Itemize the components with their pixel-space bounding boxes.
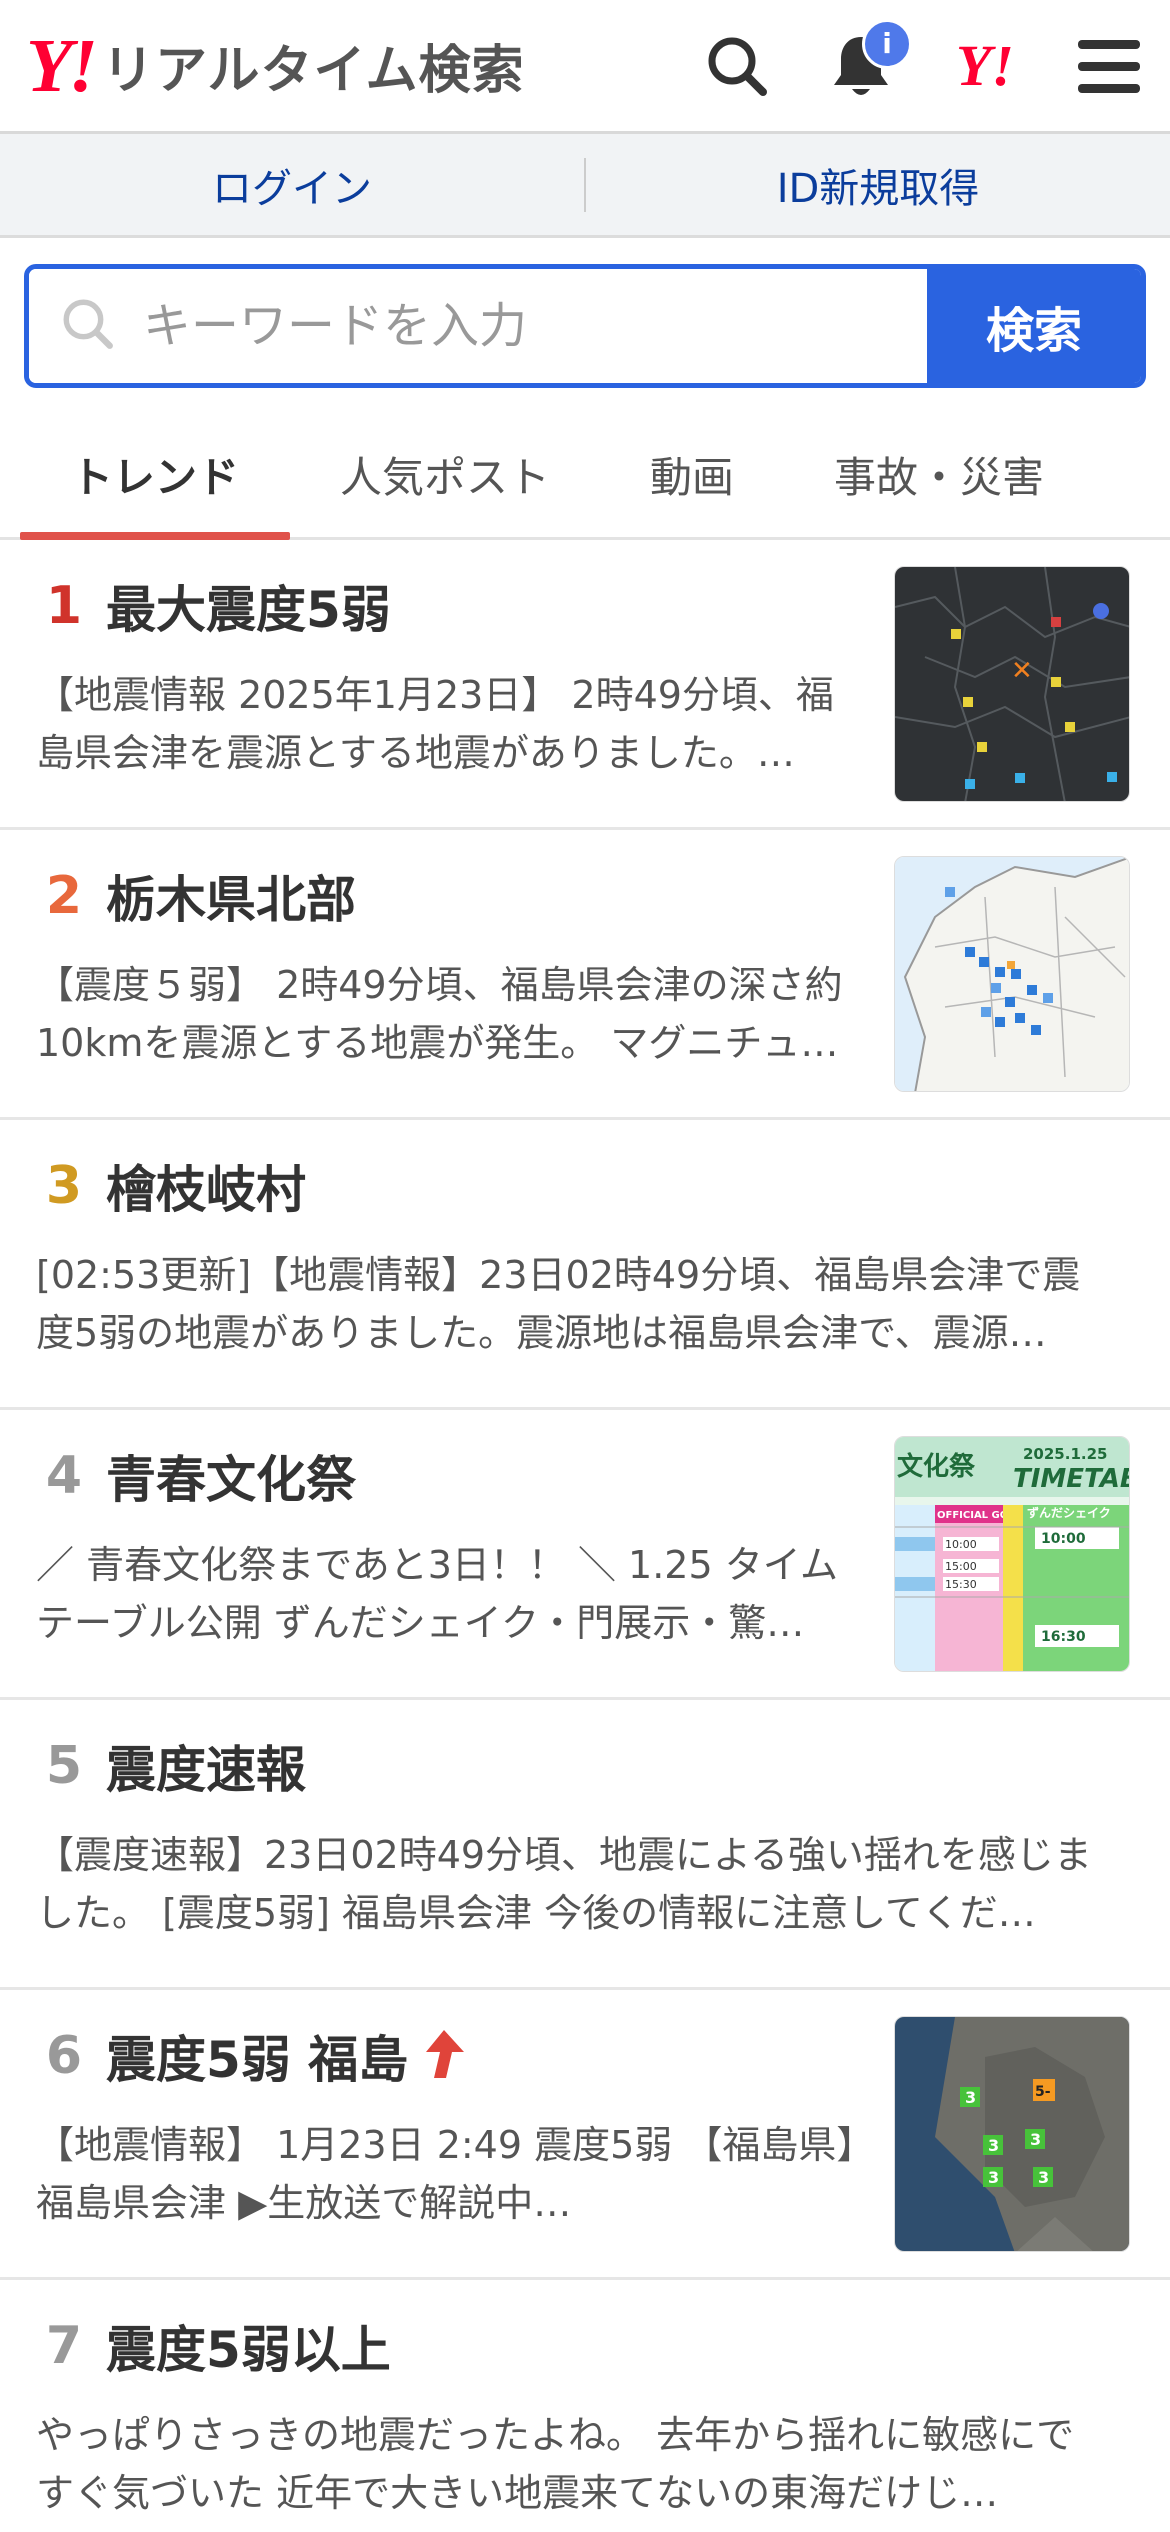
festival-time: 16:30 (1041, 1629, 1086, 1645)
map-intensity-label: 3 (965, 2088, 976, 2107)
category-tabs: トレンド 人気ポスト 動画 事故・災害 (0, 412, 1170, 540)
search-field-icon (59, 295, 117, 357)
trend-description: 【震度５弱】 2時49分頃、福島県会津の深さ約10kmを震源とする地震が発生。 … (36, 963, 843, 1065)
trend-title: 檜枝岐村 (106, 1161, 306, 1219)
trend-rank: 6 (45, 2026, 83, 2086)
trend-title: 震度5弱以上 (106, 2321, 391, 2379)
search-field (29, 269, 927, 383)
header-actions: i Y! (702, 18, 1144, 101)
tab-videos[interactable]: 動画 (600, 412, 784, 537)
trend-item-text: 7 震度5弱以上 やっぱりさっきの地震だったよね。 去年から揺れに敏感にですぐ気… (36, 2306, 1130, 2532)
trend-item[interactable]: 1 最大震度5弱 【地震情報 2025年1月23日】 2時49分頃、福島県会津を… (0, 540, 1170, 830)
quake-map-dark-thumbnail: ✕ (894, 566, 1130, 802)
trend-title: 栃木県北部 (106, 871, 356, 929)
logo-text: リアルタイム検索 (102, 41, 525, 101)
app-header: Y! リアルタイム検索 i Y! (0, 0, 1170, 134)
signup-link[interactable]: ID新規取得 (586, 156, 1170, 214)
trend-item[interactable]: 7 震度5弱以上 やっぱりさっきの地震だったよね。 去年から揺れに敏感にですぐ気… (0, 2280, 1170, 2532)
trend-title: 震度速報 (106, 1741, 306, 1799)
festival-date-text: 2025.1.25 (1023, 1445, 1107, 1463)
search-icon[interactable] (702, 31, 772, 101)
hamburger-menu-icon[interactable] (1074, 31, 1144, 101)
festival-time: 15:00 (945, 1560, 977, 1573)
trend-item[interactable]: 5 震度速報 【震度速報】23日02時49分頃、地震による強い揺れを感じました。… (0, 1700, 1170, 1990)
tab-trend[interactable]: トレンド (20, 412, 290, 540)
search-input[interactable] (143, 298, 927, 354)
festival-time: 15:30 (945, 1578, 977, 1591)
yahoo-home-icon[interactable]: Y! (950, 31, 1020, 101)
map-intensity-label: 3 (988, 2136, 999, 2155)
yahoo-logo-mark: Y! (26, 23, 98, 108)
trend-item-text: 4 青春文化祭 ／ 青春文化祭まであと3日！！ ＼ 1.25 タイムテーブル公開… (36, 1436, 894, 1697)
trend-description: [02:53更新]【地震情報】23日02時49分頃、福島県会津で震度5弱の地震が… (36, 1253, 1081, 1355)
map-intensity-label: 3 (1038, 2168, 1049, 2187)
trend-item[interactable]: 6 震度5弱 福島 【地震情報】 1月23日 2:49 震度5弱 【福島県】福島… (0, 1990, 1170, 2280)
trend-item[interactable]: 4 青春文化祭 ／ 青春文化祭まであと3日！！ ＼ 1.25 タイムテーブル公開… (0, 1410, 1170, 1700)
notification-badge: i (862, 18, 912, 69)
festival-time: 10:00 (1041, 1531, 1086, 1547)
trend-item[interactable]: 2 栃木県北部 【震度５弱】 2時49分頃、福島県会津の深さ約10kmを震源とす… (0, 830, 1170, 1120)
trend-description: ／ 青春文化祭まであと3日！！ ＼ 1.25 タイムテーブル公開 ずんだシェイク… (36, 1543, 838, 1645)
map-intensity-label: 5- (1035, 2084, 1051, 2100)
tab-accidents-disasters[interactable]: 事故・災害 (784, 412, 1094, 537)
trend-rank: 2 (45, 866, 83, 926)
trend-description: 【地震情報 2025年1月23日】 2時49分頃、福島県会津を震源とする地震があ… (36, 673, 834, 775)
festival-time: 10:00 (945, 1538, 977, 1551)
trend-title: 最大震度5弱 (106, 581, 391, 639)
trend-item-text: 1 最大震度5弱 【地震情報 2025年1月23日】 2時49分頃、福島県会津を… (36, 566, 894, 827)
trend-item-text: 3 檜枝岐村 [02:53更新]【地震情報】23日02時49分頃、福島県会津で震… (36, 1146, 1130, 1407)
tab-popular-posts[interactable]: 人気ポスト (290, 412, 600, 537)
trend-rank: 4 (45, 1446, 83, 1506)
search-box: 検索 (24, 264, 1146, 388)
map-intensity-label: 3 (1030, 2130, 1041, 2149)
trend-list: 1 最大震度5弱 【地震情報 2025年1月23日】 2時49分頃、福島県会津を… (0, 540, 1170, 2532)
login-bar: ログイン ID新規取得 (0, 134, 1170, 238)
festival-timetable-thumbnail: 文化祭 2025.1.25 TIMETABLE OFFICIAL GOODS ず… (894, 1436, 1130, 1672)
yahoo-mini-logo: Y! (956, 32, 1014, 98)
notification-bell-icon[interactable]: i (826, 18, 912, 101)
festival-bunka-text: 文化祭 (897, 1451, 976, 1482)
login-link[interactable]: ログイン (0, 156, 584, 214)
trend-title: 震度5弱 福島 (106, 2031, 409, 2089)
festival-shake-text: ずんだシェイク (1027, 1505, 1111, 1520)
trend-item-text: 2 栃木県北部 【震度５弱】 2時49分頃、福島県会津の深さ約10kmを震源とす… (36, 856, 894, 1117)
map-intensity-label: 3 (988, 2168, 999, 2187)
trend-title: 青春文化祭 (106, 1451, 356, 1509)
svg-text:✕: ✕ (1011, 656, 1033, 686)
trend-rank: 1 (45, 576, 83, 636)
trend-rank: 3 (45, 1156, 83, 1216)
trend-rank: 7 (45, 2316, 83, 2376)
trend-description: 【震度速報】23日02時49分頃、地震による強い揺れを感じました。 [震度5弱]… (36, 1833, 1092, 1935)
rising-arrow-icon (422, 2028, 466, 2084)
trend-item[interactable]: 3 檜枝岐村 [02:53更新]【地震情報】23日02時49分頃、福島県会津で震… (0, 1120, 1170, 1410)
quake-satellite-thumbnail: 3 5- 3 3 3 3 (894, 2016, 1130, 2252)
search-button[interactable]: 検索 (927, 269, 1141, 383)
trend-description: 【地震情報】 1月23日 2:49 震度5弱 【福島県】福島県会津 ▶生放送で解… (36, 2123, 856, 2225)
quake-map-light-thumbnail (894, 856, 1130, 1092)
festival-timetable-text: TIMETABLE (1013, 1464, 1130, 1494)
trend-item-text: 6 震度5弱 福島 【地震情報】 1月23日 2:49 震度5弱 【福島県】福島… (36, 2016, 894, 2277)
yahoo-realtime-logo[interactable]: Y! リアルタイム検索 (26, 28, 524, 104)
trend-item-text: 5 震度速報 【震度速報】23日02時49分頃、地震による強い揺れを感じました。… (36, 1726, 1130, 1987)
trend-description: やっぱりさっきの地震だったよね。 去年から揺れに敏感にですぐ気づいた 近年で大き… (36, 2413, 1075, 2515)
trend-rank: 5 (45, 1736, 83, 1796)
